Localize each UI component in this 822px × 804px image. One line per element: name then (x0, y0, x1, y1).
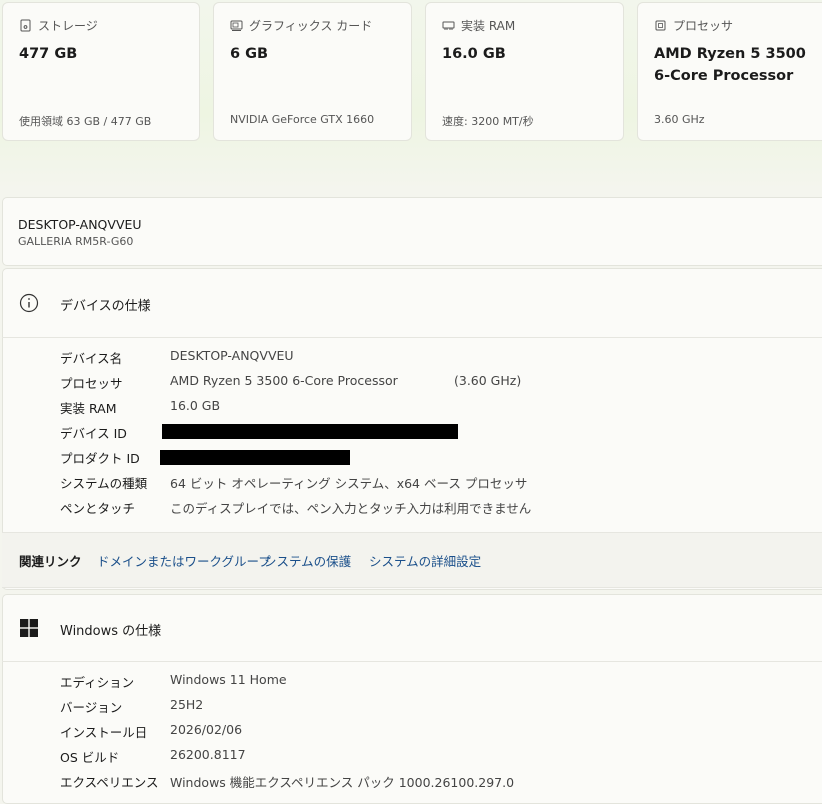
processor-icon (655, 20, 666, 31)
windows-logo-icon (20, 619, 38, 637)
spec-value[interactable]: 26200.8117 (170, 747, 246, 762)
spec-key: OS ビルド (60, 750, 120, 765)
processor-card[interactable]: プロセッサ AMD Ryzen 5 3500 6-Core Processor … (637, 2, 822, 141)
domain-workgroup-link[interactable]: ドメインまたはワークグループ (97, 551, 271, 570)
related-links-label: 関連リンク (19, 554, 82, 569)
spec-key: 実装 RAM (60, 401, 117, 416)
spec-key: システムの種類 (60, 476, 148, 491)
spec-key: プロセッサ (60, 376, 123, 391)
win-row-version: バージョン 25H2 (60, 697, 820, 719)
system-protection-link[interactable]: システムの保護 (264, 551, 351, 570)
spec-value[interactable]: 16.0 GB (170, 398, 220, 413)
spec-value[interactable]: Windows 11 Home (170, 672, 287, 687)
graphics-card[interactable]: グラフィックス カード 6 GB NVIDIA GeForce GTX 1660 (213, 2, 412, 141)
info-icon (19, 293, 39, 313)
spec-extra: (3.60 GHz) (454, 373, 522, 388)
card-sub: 3.60 GHz (654, 113, 705, 126)
related-links-bar: 関連リンク ドメインまたはワークグループ システムの保護 システムの詳細設定 (2, 532, 822, 588)
card-value: 6 GB (230, 46, 269, 62)
ram-card[interactable]: 実装 RAM 16.0 GB 速度: 3200 MT/秒 (425, 2, 624, 141)
spec-value[interactable]: Windows 機能エクスペリエンス パック 1000.26100.297.0 (170, 772, 514, 791)
ram-icon (442, 21, 455, 30)
card-sub: 使用領域 63 GB / 477 GB (19, 115, 152, 128)
spec-value[interactable]: DESKTOP-ANQVVEU (170, 348, 294, 363)
spec-value[interactable]: 64 ビット オペレーティング システム、x64 ベース プロセッサ (170, 473, 527, 492)
graphics-card-icon (230, 20, 243, 31)
spec-key: デバイス ID (60, 426, 127, 441)
spec-row-system-type: システムの種類 64 ビット オペレーティング システム、x64 ベース プロセ… (60, 473, 820, 495)
card-sub: NVIDIA GeForce GTX 1660 (230, 113, 375, 126)
device-specs-title: デバイスの仕様 (60, 299, 151, 314)
spec-key: インストール日 (60, 725, 148, 740)
spec-key: デバイス名 (60, 351, 123, 366)
card-value: 477 GB (19, 46, 78, 62)
card-value: 16.0 GB (442, 46, 506, 62)
spec-value[interactable]: 2026/02/06 (170, 722, 242, 737)
win-row-os-build: OS ビルド 26200.8117 (60, 747, 820, 769)
storage-card[interactable]: ストレージ 477 GB 使用領域 63 GB / 477 GB (2, 2, 200, 141)
card-title: プロセッサ (673, 19, 734, 33)
spec-row-device-name: デバイス名 DESKTOP-ANQVVEU (60, 348, 820, 370)
device-name: DESKTOP-ANQVVEU (18, 217, 142, 232)
spec-row-pen-touch: ペンとタッチ このディスプレイでは、ペン入力とタッチ入力は利用できません (60, 498, 820, 520)
spec-value[interactable]: 25H2 (170, 697, 203, 712)
win-row-experience: エクスペリエンス Windows 機能エクスペリエンス パック 1000.261… (60, 772, 820, 794)
windows-specs-title: Windows の仕様 (60, 624, 162, 639)
section-divider (2, 661, 822, 662)
spec-value[interactable]: このディスプレイでは、ペン入力とタッチ入力は利用できません (170, 498, 531, 517)
win-row-edition: エディション Windows 11 Home (60, 672, 820, 694)
redaction-bar (160, 450, 350, 465)
card-title: グラフィックス カード (249, 19, 373, 33)
spec-row-ram: 実装 RAM 16.0 GB (60, 398, 820, 420)
spec-value[interactable]: AMD Ryzen 5 3500 6-Core Processor (170, 373, 398, 388)
device-model: GALLERIA RM5R-G60 (18, 235, 134, 248)
advanced-system-settings-link[interactable]: システムの詳細設定 (369, 551, 481, 570)
storage-icon (20, 19, 31, 32)
redaction-bar (162, 424, 458, 439)
card-value: AMD Ryzen 5 3500 6-Core Processor (654, 46, 806, 84)
spec-key: エディション (60, 675, 135, 690)
card-title: ストレージ (38, 19, 98, 33)
spec-row-processor: プロセッサ AMD Ryzen 5 3500 6-Core Processor … (60, 373, 820, 395)
card-title: 実装 RAM (461, 19, 516, 33)
spec-key: プロダクト ID (60, 451, 140, 466)
card-sub: 速度: 3200 MT/秒 (442, 115, 534, 128)
section-divider (2, 337, 822, 338)
spec-key: エクスペリエンス (60, 775, 159, 790)
spec-key: ペンとタッチ (60, 501, 136, 516)
win-row-install-date: インストール日 2026/02/06 (60, 722, 820, 744)
spec-key: バージョン (60, 700, 123, 715)
